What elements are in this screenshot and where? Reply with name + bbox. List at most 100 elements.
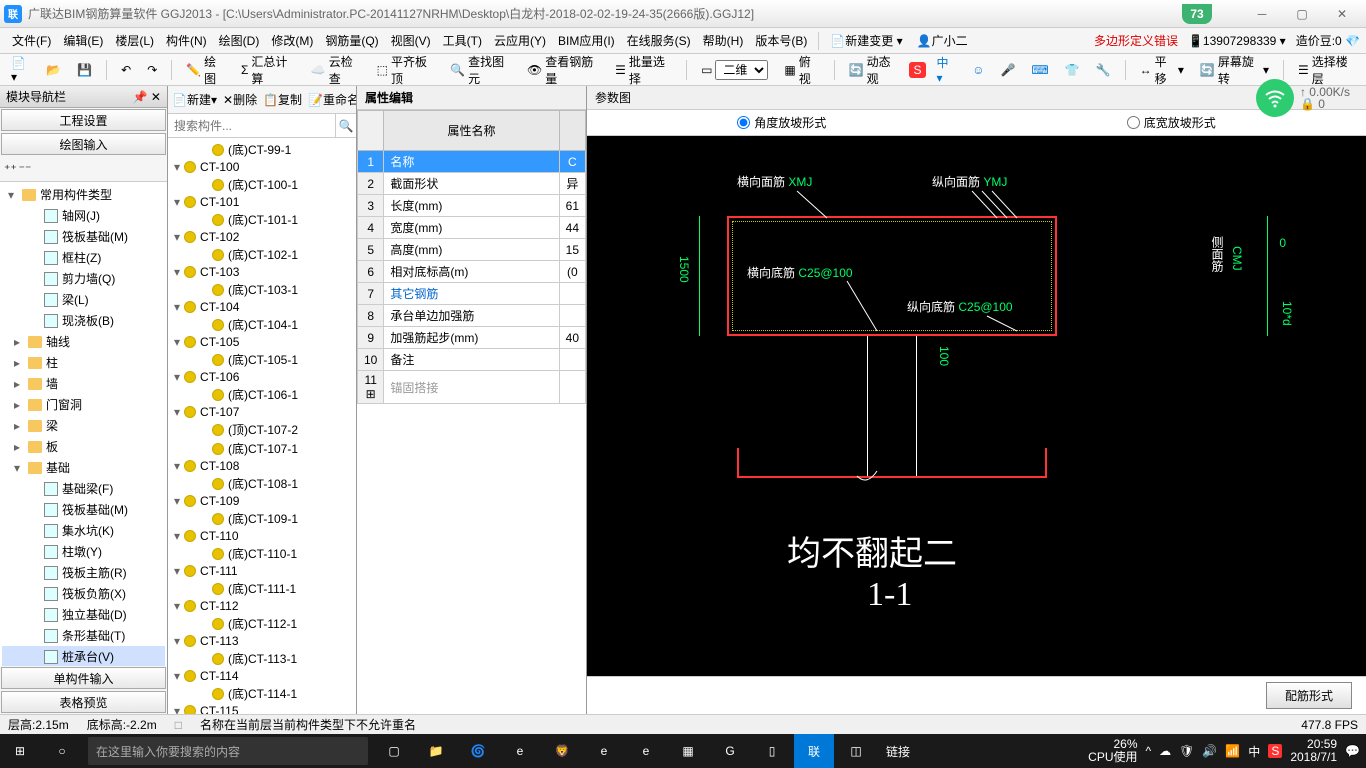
- component-item[interactable]: (底)CT-113-1: [170, 649, 354, 668]
- property-row[interactable]: 2截面形状异: [358, 173, 586, 195]
- search-button[interactable]: 🔍: [335, 114, 356, 137]
- component-item[interactable]: (底)CT-108-1: [170, 474, 354, 493]
- component-item[interactable]: (底)CT-100-1: [170, 175, 354, 194]
- mic-icon[interactable]: 🎤: [995, 60, 1020, 80]
- tree-item[interactable]: ▸柱: [2, 352, 165, 373]
- tree-item[interactable]: 梁(L): [2, 289, 165, 310]
- flat-top-button[interactable]: ⬚ 平齐板顶: [372, 50, 440, 90]
- app-icon-5[interactable]: e: [584, 734, 624, 768]
- property-row[interactable]: 10备注: [358, 349, 586, 371]
- property-row[interactable]: 3长度(mm)61: [358, 195, 586, 217]
- draw-button[interactable]: ✏️绘图: [181, 50, 230, 90]
- property-row[interactable]: 6相对底标高(m)(0: [358, 261, 586, 283]
- property-row[interactable]: 8承台单边加强筋: [358, 305, 586, 327]
- open-button[interactable]: 📂: [41, 60, 66, 80]
- property-table[interactable]: 属性名称 1名称C2截面形状异3长度(mm)614宽度(mm)445高度(mm)…: [357, 110, 586, 404]
- copy-component-button[interactable]: 📋复制: [263, 91, 302, 108]
- sum-calc-button[interactable]: Σ 汇总计算: [236, 50, 300, 90]
- tree-item[interactable]: 独立基础(D): [2, 604, 165, 625]
- tree-item[interactable]: ▸梁: [2, 415, 165, 436]
- new-component-button[interactable]: 📄新建▾: [172, 91, 217, 108]
- menu-item[interactable]: 楼层(L): [109, 31, 160, 51]
- property-row[interactable]: 4宽度(mm)44: [358, 217, 586, 239]
- tray-shield-icon[interactable]: 🛡: [1179, 744, 1194, 758]
- component-item[interactable]: ▾ CT-105: [170, 334, 354, 350]
- notification-icon[interactable]: 💬: [1345, 744, 1360, 758]
- save-button[interactable]: 💾: [72, 60, 97, 80]
- component-item[interactable]: (顶)CT-107-2: [170, 420, 354, 439]
- component-item[interactable]: (底)CT-111-1: [170, 579, 354, 598]
- app-icon-4[interactable]: 🦁: [542, 734, 582, 768]
- tray-speaker-icon[interactable]: 🔊: [1202, 744, 1217, 758]
- component-item[interactable]: ▾ CT-107: [170, 404, 354, 420]
- menu-item[interactable]: 构件(N): [160, 31, 213, 51]
- tray-cloud-icon[interactable]: ☁: [1159, 744, 1171, 758]
- cloud-check-button[interactable]: ☁️云检查: [306, 50, 366, 90]
- tree-item[interactable]: 轴网(J): [2, 205, 165, 226]
- menu-item[interactable]: 文件(F): [6, 31, 57, 51]
- tab-drawing-input[interactable]: 绘图输入: [1, 133, 166, 155]
- menu-item[interactable]: 云应用(Y): [488, 31, 552, 51]
- component-item[interactable]: (底)CT-109-1: [170, 509, 354, 528]
- component-item[interactable]: (底)CT-107-1: [170, 439, 354, 458]
- start-button[interactable]: ⊞: [0, 734, 40, 768]
- menu-item[interactable]: 帮助(H): [697, 31, 750, 51]
- component-item[interactable]: (底)CT-114-1: [170, 684, 354, 703]
- component-item[interactable]: ▾ CT-104: [170, 299, 354, 315]
- keyboard-icon[interactable]: ⌨: [1026, 60, 1053, 80]
- tree-item[interactable]: ▸轴线: [2, 331, 165, 352]
- app-icon-2[interactable]: 🌀: [458, 734, 498, 768]
- diagram-canvas[interactable]: 横向面筋 XMJ 纵向面筋 YMJ 横向底筋 C25@100 纵向底筋 C25@…: [587, 136, 1366, 676]
- component-item[interactable]: (底)CT-99-1: [170, 140, 354, 159]
- tree-item[interactable]: 筏板负筋(X): [2, 583, 165, 604]
- minimize-button[interactable]: ─: [1242, 0, 1282, 28]
- app-icon-6[interactable]: e: [626, 734, 666, 768]
- menu-item[interactable]: BIM应用(I): [552, 31, 621, 51]
- tree-item[interactable]: ▸门窗洞: [2, 394, 165, 415]
- component-item[interactable]: ▾ CT-100: [170, 159, 354, 175]
- width-slope-radio[interactable]: 底宽放坡形式: [1127, 114, 1216, 131]
- tree-item[interactable]: 集水坑(K): [2, 520, 165, 541]
- user-button[interactable]: 👤广小二: [911, 29, 974, 52]
- task-view-icon[interactable]: ▢: [374, 734, 414, 768]
- component-item[interactable]: ▾ CT-102: [170, 229, 354, 245]
- app-icon-7[interactable]: ▦: [668, 734, 708, 768]
- component-item[interactable]: ▾ CT-109: [170, 493, 354, 509]
- component-item[interactable]: ▾ CT-110: [170, 528, 354, 544]
- wrench-icon[interactable]: 🔧: [1091, 60, 1116, 80]
- component-item[interactable]: (底)CT-101-1: [170, 210, 354, 229]
- menu-item[interactable]: 编辑(E): [57, 31, 109, 51]
- tray-expand-icon[interactable]: ^: [1146, 744, 1152, 758]
- component-search-input[interactable]: [168, 114, 335, 137]
- menu-item[interactable]: 在线服务(S): [621, 31, 697, 51]
- bird-view-button[interactable]: ▦ 俯视: [779, 50, 824, 90]
- close-button[interactable]: ✕: [1322, 0, 1362, 28]
- component-item[interactable]: (底)CT-106-1: [170, 385, 354, 404]
- menu-item[interactable]: 钢筋量(Q): [319, 31, 384, 51]
- component-item[interactable]: ▾ CT-115: [170, 703, 354, 714]
- tab-project-settings[interactable]: 工程设置: [1, 109, 166, 131]
- component-item[interactable]: ▾ CT-101: [170, 194, 354, 210]
- tree-item[interactable]: 基础梁(F): [2, 478, 165, 499]
- batch-select-button[interactable]: ☰ 批量选择: [610, 50, 677, 90]
- tree-item[interactable]: ▸板: [2, 436, 165, 457]
- tree-item[interactable]: 桩承台(V): [2, 646, 165, 666]
- component-item[interactable]: (底)CT-112-1: [170, 614, 354, 633]
- tree-collapse-icon[interactable]: ⁻⁻: [19, 162, 32, 176]
- phone-label[interactable]: 📱13907298339 ▾: [1188, 34, 1286, 48]
- property-row[interactable]: 11 ⊞锚固搭接: [358, 371, 586, 404]
- tree-item[interactable]: ▾基础: [2, 457, 165, 478]
- category-tree[interactable]: ▾常用构件类型轴网(J)筏板基础(M)框柱(Z)剪力墙(Q)梁(L)现浇板(B)…: [0, 182, 167, 666]
- component-item[interactable]: ▾ CT-103: [170, 264, 354, 280]
- maximize-button[interactable]: ▢: [1282, 0, 1322, 28]
- component-item[interactable]: ▾ CT-106: [170, 369, 354, 385]
- property-row[interactable]: 9加强筋起步(mm)40: [358, 327, 586, 349]
- tree-item[interactable]: 现浇板(B): [2, 310, 165, 331]
- delete-component-button[interactable]: ✕删除: [223, 91, 257, 108]
- app-icon-3[interactable]: e: [500, 734, 540, 768]
- component-item[interactable]: ▾ CT-111: [170, 563, 354, 579]
- tool-icon[interactable]: 👕: [1060, 60, 1085, 80]
- undo-button[interactable]: ↶: [116, 60, 136, 80]
- app-icon-8[interactable]: G: [710, 734, 750, 768]
- tree-item[interactable]: 框柱(Z): [2, 247, 165, 268]
